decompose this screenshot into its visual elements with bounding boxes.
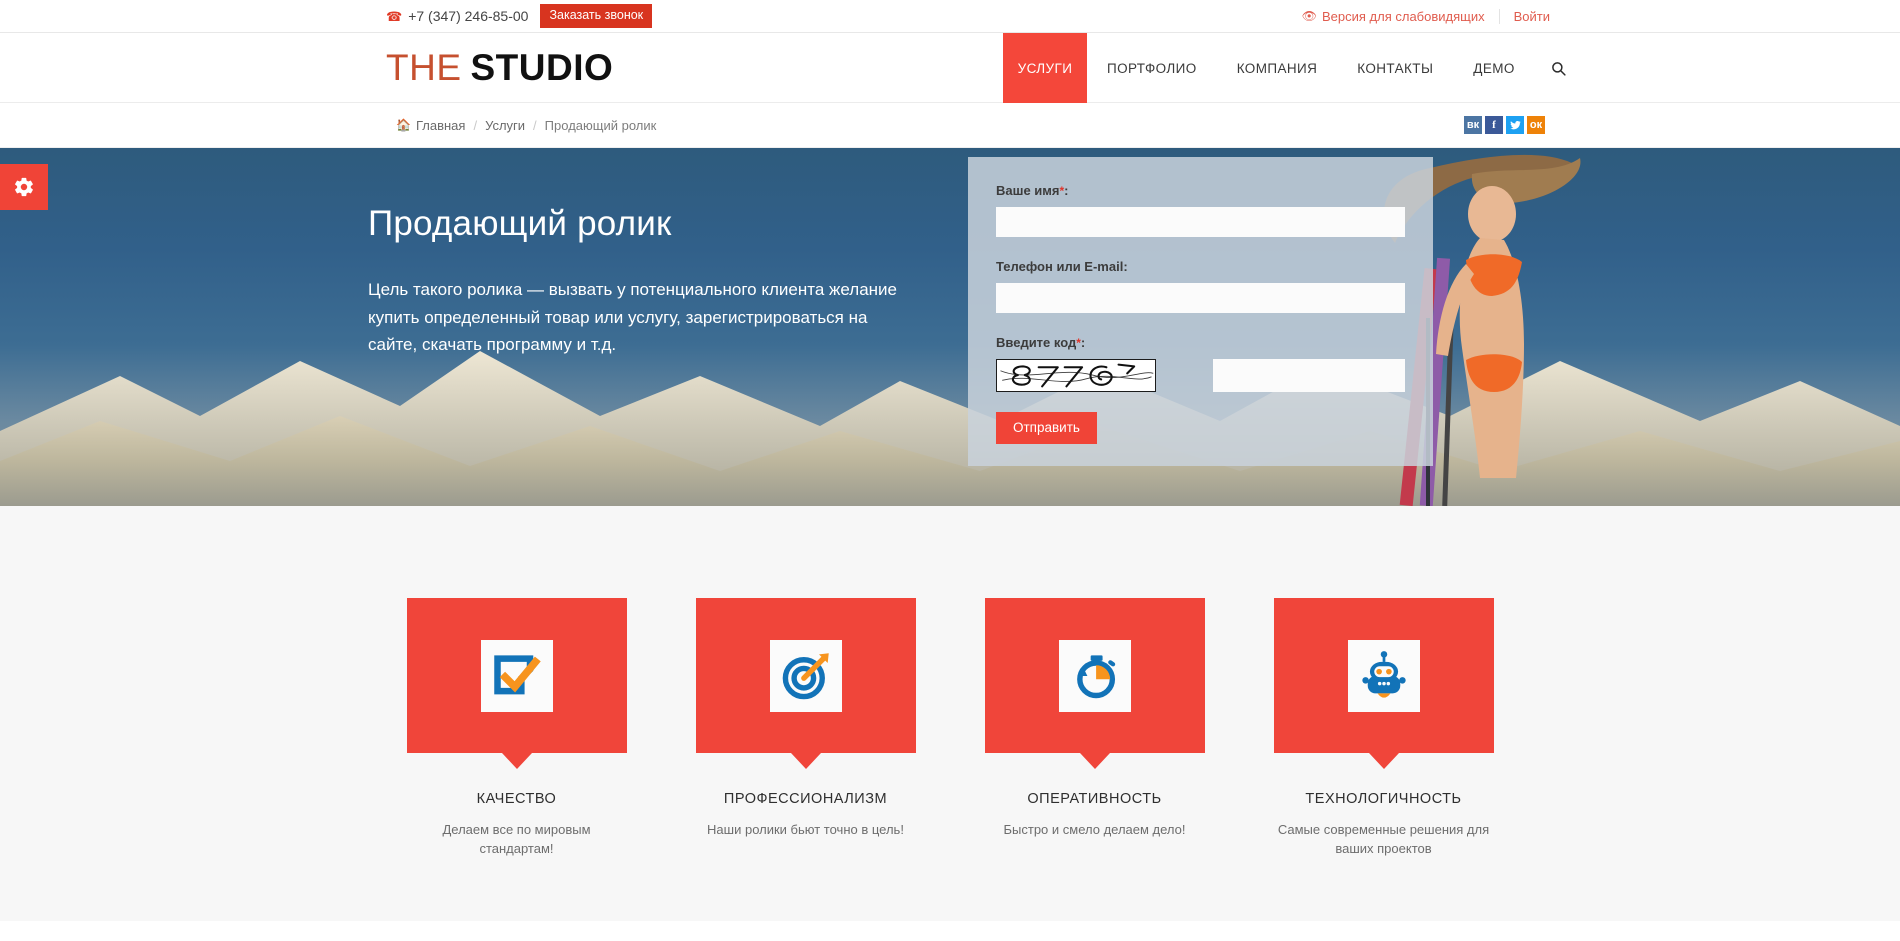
feature-icon-bubble bbox=[407, 598, 627, 753]
phone-icon: ☎ bbox=[386, 10, 402, 23]
required-marker: * bbox=[1076, 336, 1081, 350]
required-marker: * bbox=[1060, 184, 1065, 198]
icon-tile bbox=[770, 640, 842, 712]
top-bar: ☎ +7 (347) 246-85-00 Заказать звонок 👁 В… bbox=[0, 0, 1900, 33]
nav-item-portfolio[interactable]: ПОРТФОЛИО bbox=[1087, 33, 1217, 103]
feature-description: Наши ролики бьют точно в цель! bbox=[696, 821, 916, 840]
captcha-row bbox=[996, 359, 1405, 392]
odnoklassniki-icon[interactable]: ок bbox=[1527, 116, 1545, 134]
breadcrumb-item-home[interactable]: 🏠 Главная bbox=[396, 118, 465, 133]
eye-icon: 👁 bbox=[1302, 9, 1317, 23]
feature-title: КАЧЕСТВО bbox=[407, 791, 627, 807]
nav-item-kontakty[interactable]: КОНТАКТЫ bbox=[1337, 33, 1453, 103]
phone-number[interactable]: +7 (347) 246-85-00 bbox=[408, 8, 528, 24]
target-arrow-icon bbox=[780, 650, 832, 702]
low-vision-version-link[interactable]: 👁 Версия для слабовидящих bbox=[1302, 9, 1500, 24]
logo[interactable]: THE STUDIO bbox=[386, 33, 613, 102]
low-vision-label: Версия для слабовидящих bbox=[1322, 9, 1485, 24]
breadcrumb-separator: / bbox=[533, 118, 537, 133]
nav-item-demo[interactable]: ДЕМО bbox=[1453, 33, 1535, 103]
name-label-text: Ваше имя bbox=[996, 183, 1060, 198]
main-navigation: УСЛУГИ ПОРТФОЛИО КОМПАНИЯ КОНТАКТЫ ДЕМО bbox=[1003, 33, 1582, 103]
feature-card: КАЧЕСТВО Делаем все по мировым стандарта… bbox=[407, 598, 627, 859]
feature-title: ПРОФЕССИОНАЛИЗМ bbox=[696, 791, 916, 807]
contact-form: Ваше имя*: Телефон или E-mail: Введите к… bbox=[968, 157, 1433, 466]
icon-tile bbox=[1348, 640, 1420, 712]
twitter-icon[interactable] bbox=[1506, 116, 1524, 134]
breadcrumb-separator: / bbox=[473, 118, 477, 133]
search-icon bbox=[1551, 61, 1566, 76]
features-section: КАЧЕСТВО Делаем все по мировым стандарта… bbox=[0, 506, 1900, 921]
feature-icon-bubble bbox=[696, 598, 916, 753]
phone-block: ☎ +7 (347) 246-85-00 bbox=[386, 8, 540, 24]
feature-title: ОПЕРАТИВНОСТЬ bbox=[985, 791, 1205, 807]
hero-banner: Продающий ролик Цель такого ролика — выз… bbox=[0, 148, 1900, 506]
icon-tile bbox=[481, 640, 553, 712]
order-callback-button[interactable]: Заказать звонок bbox=[540, 4, 652, 28]
name-field-label: Ваше имя*: bbox=[996, 183, 1405, 198]
feature-icon-bubble bbox=[985, 598, 1205, 753]
feature-title: ТЕХНОЛОГИЧНОСТЬ bbox=[1274, 791, 1494, 807]
icon-tile bbox=[1059, 640, 1131, 712]
phone-or-email-input[interactable] bbox=[996, 283, 1405, 313]
gear-icon bbox=[13, 176, 35, 198]
twitter-bird-icon bbox=[1509, 119, 1522, 132]
top-bar-right: 👁 Версия для слабовидящих Войти bbox=[1302, 9, 1550, 24]
logo-the: THE bbox=[386, 49, 462, 86]
captcha-input[interactable] bbox=[1213, 359, 1405, 392]
home-icon: 🏠 bbox=[396, 118, 411, 132]
page-title: Продающий ролик bbox=[368, 204, 920, 244]
nav-item-kompaniya[interactable]: КОМПАНИЯ bbox=[1217, 33, 1338, 103]
feature-icon-bubble bbox=[1274, 598, 1494, 753]
code-field-label: Введите код*: bbox=[996, 335, 1405, 350]
content-tabs: Описание bbox=[0, 921, 1900, 941]
robot-icon bbox=[1358, 650, 1410, 702]
feature-card: ОПЕРАТИВНОСТЬ Быстро и смело делаем дело… bbox=[985, 598, 1205, 859]
facebook-icon[interactable]: f bbox=[1485, 116, 1503, 134]
code-label-text: Введите код bbox=[996, 335, 1076, 350]
hero-text-block: Продающий ролик Цель такого ролика — выз… bbox=[360, 148, 920, 506]
logo-studio: STUDIO bbox=[471, 49, 614, 86]
contact-field-label: Телефон или E-mail: bbox=[996, 259, 1405, 274]
breadcrumb-item-services[interactable]: Услуги bbox=[485, 118, 525, 133]
submit-button[interactable]: Отправить bbox=[996, 412, 1097, 444]
breadcrumb-item-current: Продающий ролик bbox=[545, 118, 657, 133]
breadcrumb: 🏠 Главная / Услуги / Продающий ролик bbox=[396, 118, 656, 133]
stopwatch-icon bbox=[1069, 650, 1121, 702]
site-header: THE STUDIO УСЛУГИ ПОРТФОЛИО КОМПАНИЯ КОН… bbox=[0, 33, 1900, 103]
feature-description: Самые современные решения для ваших прое… bbox=[1274, 821, 1494, 859]
breadcrumb-bar: 🏠 Главная / Услуги / Продающий ролик вк … bbox=[0, 103, 1900, 148]
name-input[interactable] bbox=[996, 207, 1405, 237]
feature-description: Быстро и смело делаем дело! bbox=[985, 821, 1205, 840]
top-bar-left: ☎ +7 (347) 246-85-00 Заказать звонок bbox=[386, 4, 652, 28]
feature-card: ТЕХНОЛОГИЧНОСТЬ Самые современные решени… bbox=[1274, 598, 1494, 859]
captcha-image bbox=[996, 359, 1156, 392]
nav-item-uslugi[interactable]: УСЛУГИ bbox=[1003, 33, 1087, 103]
feature-card: ПРОФЕССИОНАЛИЗМ Наши ролики бьют точно в… bbox=[696, 598, 916, 859]
social-links: вк f ок bbox=[1464, 116, 1545, 134]
hero-description: Цель такого ролика — вызвать у потенциал… bbox=[368, 276, 920, 359]
login-link[interactable]: Войти bbox=[1500, 9, 1550, 24]
checkbox-check-icon bbox=[491, 650, 543, 702]
vk-icon[interactable]: вк bbox=[1464, 116, 1482, 134]
breadcrumb-home-label: Главная bbox=[416, 118, 465, 133]
search-button[interactable] bbox=[1535, 33, 1582, 103]
feature-description: Делаем все по мировым стандартам! bbox=[407, 821, 627, 859]
settings-gear-tab[interactable] bbox=[0, 164, 48, 210]
